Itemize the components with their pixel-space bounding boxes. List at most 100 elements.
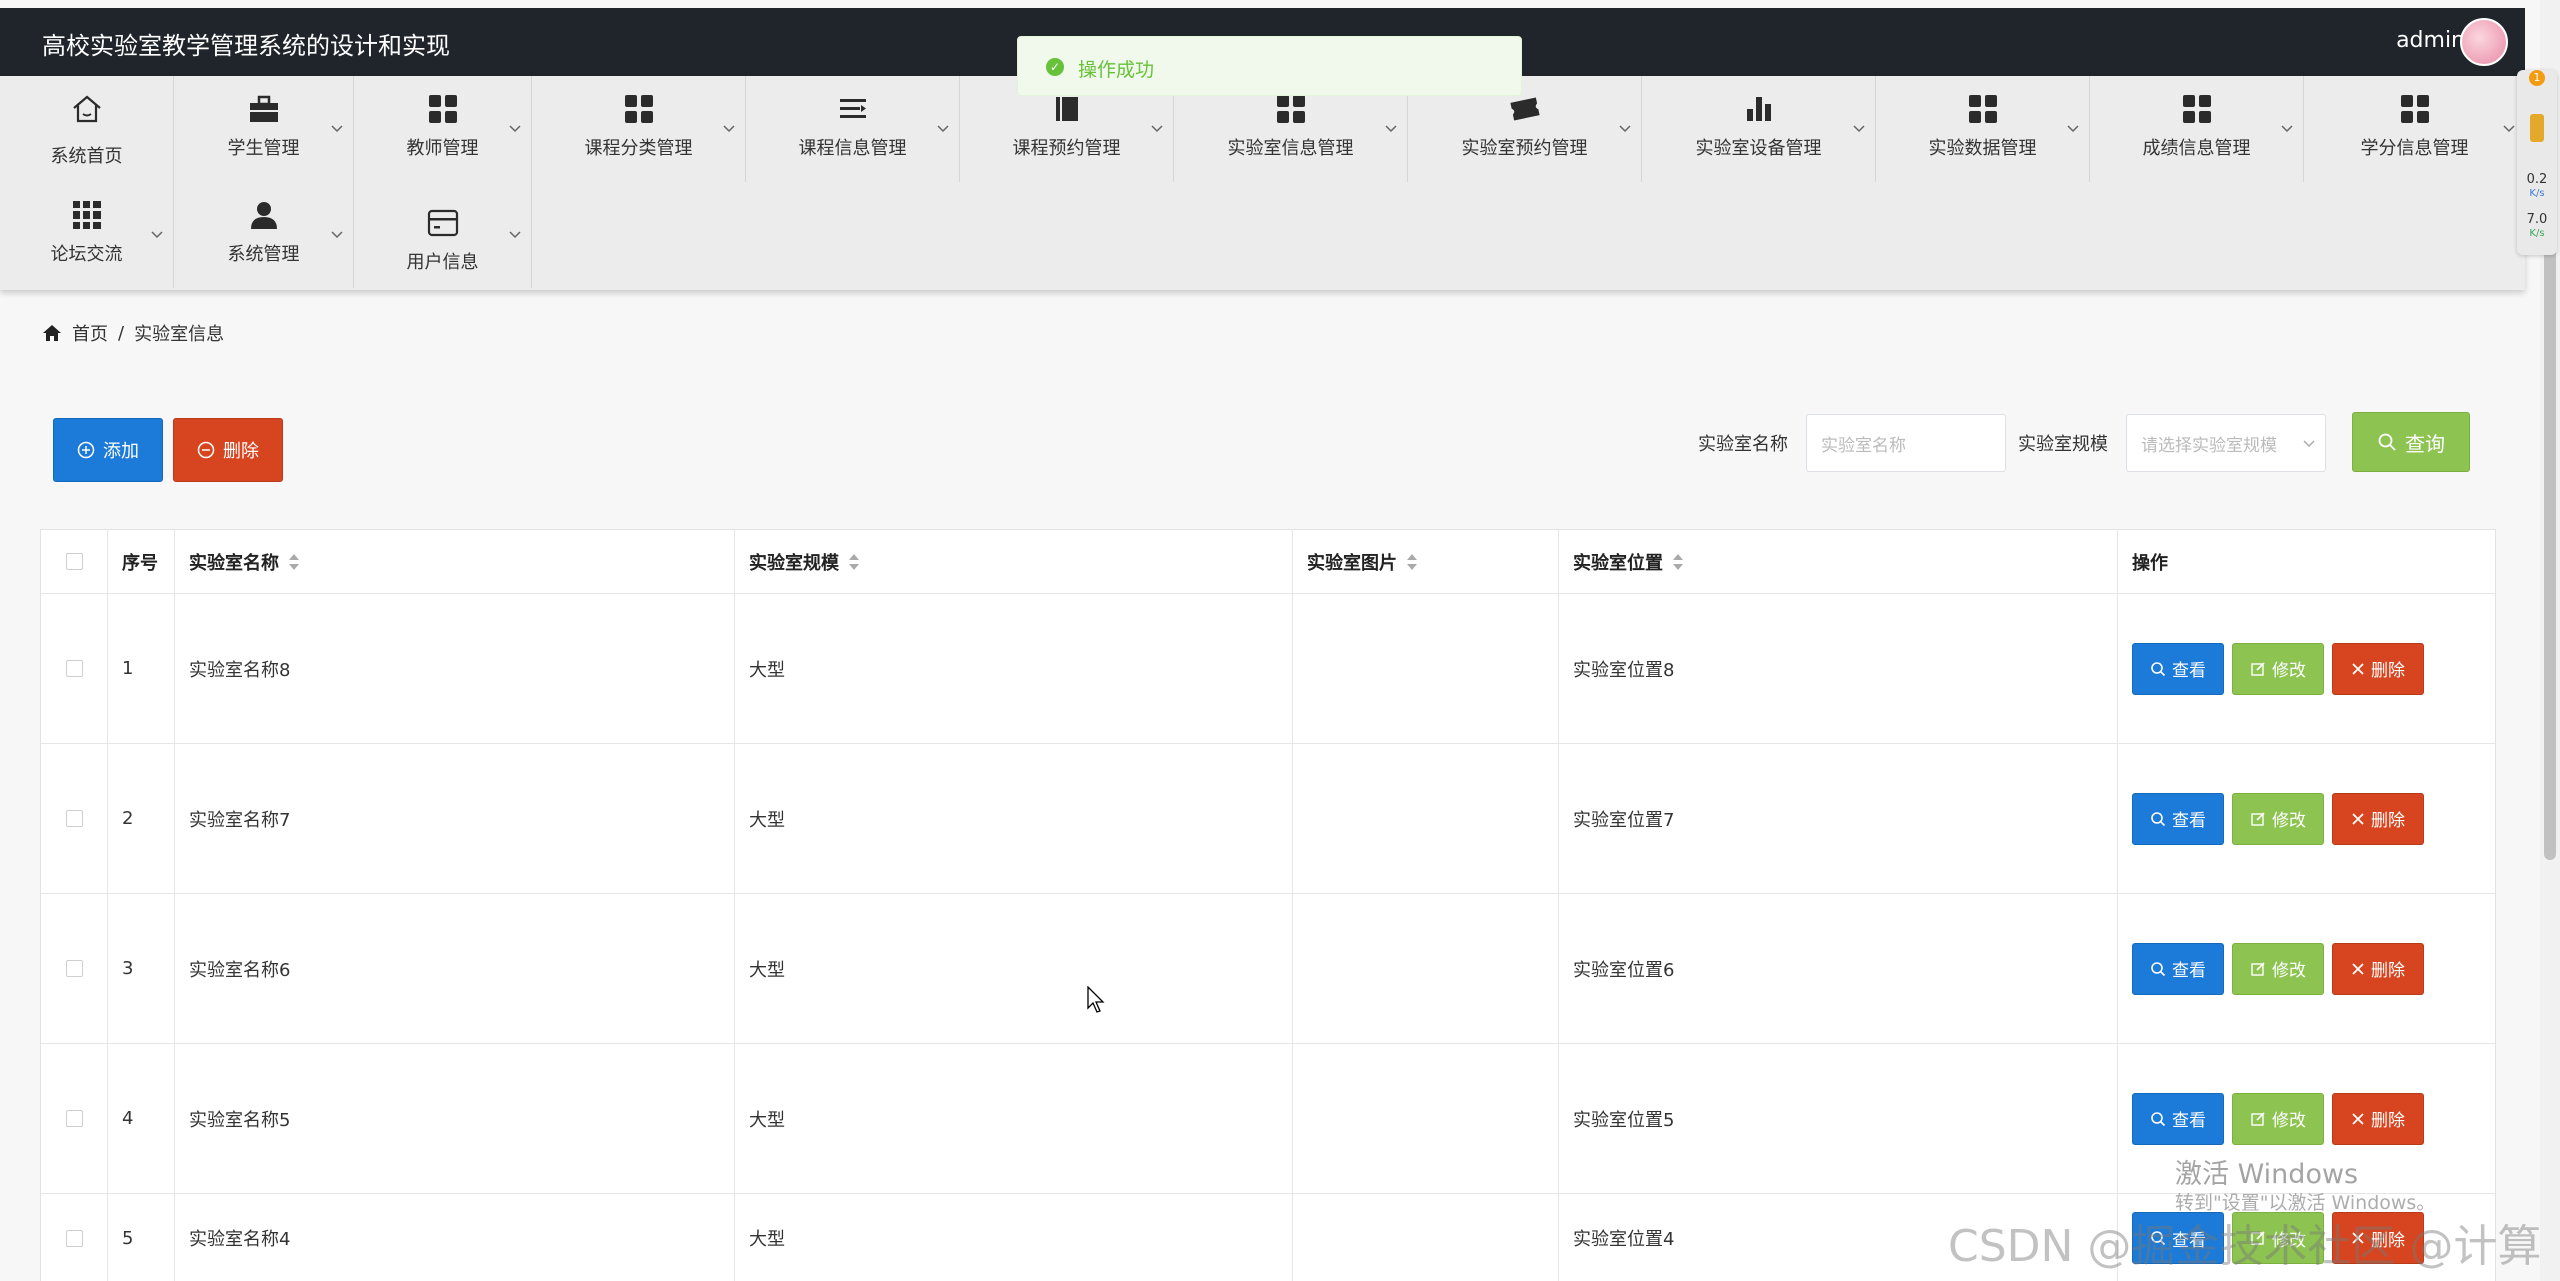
edit-button[interactable]: 修改: [2232, 642, 2324, 695]
nav-label: 课程预约管理: [1012, 138, 1121, 159]
add-button[interactable]: 添加: [53, 418, 163, 482]
row-checkbox[interactable]: [65, 1229, 83, 1247]
nav-label: 学分信息管理: [2360, 138, 2469, 159]
row-image: [1293, 1044, 1559, 1193]
grid-icon: [2400, 95, 2429, 123]
sort-icon[interactable]: [289, 553, 299, 570]
lab-scale-select[interactable]: 请选择实验室规模: [2126, 414, 2326, 472]
edit-label: 修改: [2272, 661, 2306, 681]
lab-name-label: 实验室名称: [1698, 434, 1788, 455]
nav-item-grades[interactable]: 成绩信息管理: [2090, 76, 2304, 182]
toast-message: 操作成功: [1078, 59, 1155, 81]
avatar[interactable]: [2460, 18, 2508, 66]
header-image[interactable]: 实验室图片: [1293, 530, 1559, 593]
view-button[interactable]: 查看: [2132, 1092, 2224, 1145]
delete-label: 删除: [2371, 961, 2405, 981]
upload-unit: K/s: [2529, 188, 2545, 199]
nav-item-teachers[interactable]: 教师管理: [354, 76, 532, 182]
delete-label: 删除: [2371, 661, 2405, 681]
row-image: [1293, 744, 1559, 893]
grid-icon: [624, 95, 653, 123]
delete-button[interactable]: 删除: [2332, 642, 2424, 695]
delete-button[interactable]: 删除: [2332, 1092, 2424, 1145]
lab-scale-label: 实验室规模: [2018, 434, 2108, 455]
briefcase-icon: [249, 95, 278, 122]
row-location: 实验室位置8: [1559, 594, 2118, 743]
bar-chart-icon: [1746, 97, 1771, 121]
chevron-down-icon: [1385, 125, 1397, 133]
chevron-down-icon: [1853, 125, 1865, 133]
edit-icon: [2251, 961, 2265, 976]
nav-item-course-category[interactable]: 课程分类管理: [532, 76, 746, 182]
lab-table: 序号 实验室名称 实验室规模 实验室图片 实验室位置 操作 1 实验室名称8 大…: [40, 529, 2496, 1281]
batch-delete-button[interactable]: 删除: [173, 418, 283, 482]
close-icon: [2352, 962, 2364, 975]
nav-item-course-info[interactable]: 课程信息管理: [746, 76, 960, 182]
app-title: 高校实验室教学管理系统的设计和实现: [42, 32, 450, 60]
nav-item-students[interactable]: 学生管理: [174, 76, 354, 182]
card-icon: [427, 209, 458, 237]
row-image: [1293, 894, 1559, 1043]
delete-label: 删除: [2371, 811, 2405, 831]
check-circle-icon: ✓: [1046, 58, 1064, 76]
sort-icon[interactable]: [849, 553, 859, 570]
row-scale: 大型: [735, 1044, 1293, 1193]
chevron-down-icon: [331, 125, 343, 133]
upload-speed: 0.2: [2526, 172, 2548, 187]
nav-item-home[interactable]: 系统首页: [0, 76, 174, 182]
chevron-down-icon: [331, 231, 343, 239]
header-name[interactable]: 实验室名称: [175, 530, 735, 593]
book-icon: [1055, 97, 1078, 121]
edit-button[interactable]: 修改: [2232, 792, 2324, 845]
search-icon: [2151, 811, 2166, 826]
header-location[interactable]: 实验室位置: [1559, 530, 2118, 593]
lab-name-placeholder: 实验室名称: [1821, 435, 1906, 456]
nav-item-lab-equipment[interactable]: 实验室设备管理: [1642, 76, 1876, 182]
row-checkbox[interactable]: [65, 1110, 83, 1127]
nav-label: 课程分类管理: [584, 138, 693, 159]
lab-scale-placeholder: 请选择实验室规模: [2141, 435, 2277, 456]
view-button[interactable]: 查看: [2132, 792, 2224, 845]
search-icon: [2378, 433, 2396, 451]
network-speed-widget[interactable]: 1 0.2 K/s 7.0 K/s: [2517, 70, 2557, 255]
nav-label: 实验数据管理: [1928, 138, 2037, 159]
nav-label: 实验室预约管理: [1461, 138, 1588, 159]
nav-item-forum[interactable]: 论坛交流: [0, 182, 174, 288]
nav-item-experiment-data[interactable]: 实验数据管理: [1876, 76, 2090, 182]
view-button[interactable]: 查看: [2132, 642, 2224, 695]
search-icon: [2151, 961, 2166, 976]
row-checkbox[interactable]: [65, 660, 83, 677]
plus-circle-icon: [77, 441, 95, 459]
row-name: 实验室名称7: [175, 744, 735, 893]
row-checkbox[interactable]: [65, 960, 83, 977]
sort-icon[interactable]: [1407, 553, 1417, 570]
edit-button[interactable]: 修改: [2232, 942, 2324, 995]
username[interactable]: admin: [2396, 28, 2465, 53]
close-icon: [2352, 662, 2364, 675]
edit-button[interactable]: 修改: [2232, 1092, 2324, 1145]
header-scale[interactable]: 实验室规模: [735, 530, 1293, 593]
nav-item-user-info[interactable]: 用户信息: [354, 182, 532, 288]
chevron-down-icon: [509, 231, 521, 239]
query-button[interactable]: 查询: [2352, 412, 2470, 472]
list-icon: [839, 99, 866, 118]
grid-icon: [1276, 95, 1305, 123]
breadcrumb: 首页 / 实验室信息: [42, 320, 224, 346]
breadcrumb-home[interactable]: 首页: [72, 320, 108, 346]
delete-button[interactable]: 删除: [2332, 942, 2424, 995]
row-checkbox[interactable]: [65, 810, 83, 827]
nav-item-credits[interactable]: 学分信息管理: [2304, 76, 2525, 182]
row-scale: 大型: [735, 744, 1293, 893]
view-button[interactable]: 查看: [2132, 942, 2224, 995]
chevron-down-icon: [2503, 125, 2515, 133]
nav-label: 系统首页: [50, 146, 123, 167]
lab-name-input[interactable]: 实验室名称: [1806, 414, 2006, 472]
select-all-checkbox[interactable]: [65, 553, 83, 570]
edit-label: 修改: [2272, 811, 2306, 831]
delete-button[interactable]: 删除: [2332, 792, 2424, 845]
home-icon: [72, 95, 101, 123]
nav-item-system[interactable]: 系统管理: [174, 182, 354, 288]
grid-icon: [428, 95, 457, 123]
sort-icon[interactable]: [1673, 553, 1683, 570]
csdn-watermark: CSDN @掘金技术社区 @计算机毕设小月哥: [1948, 1221, 2542, 1272]
